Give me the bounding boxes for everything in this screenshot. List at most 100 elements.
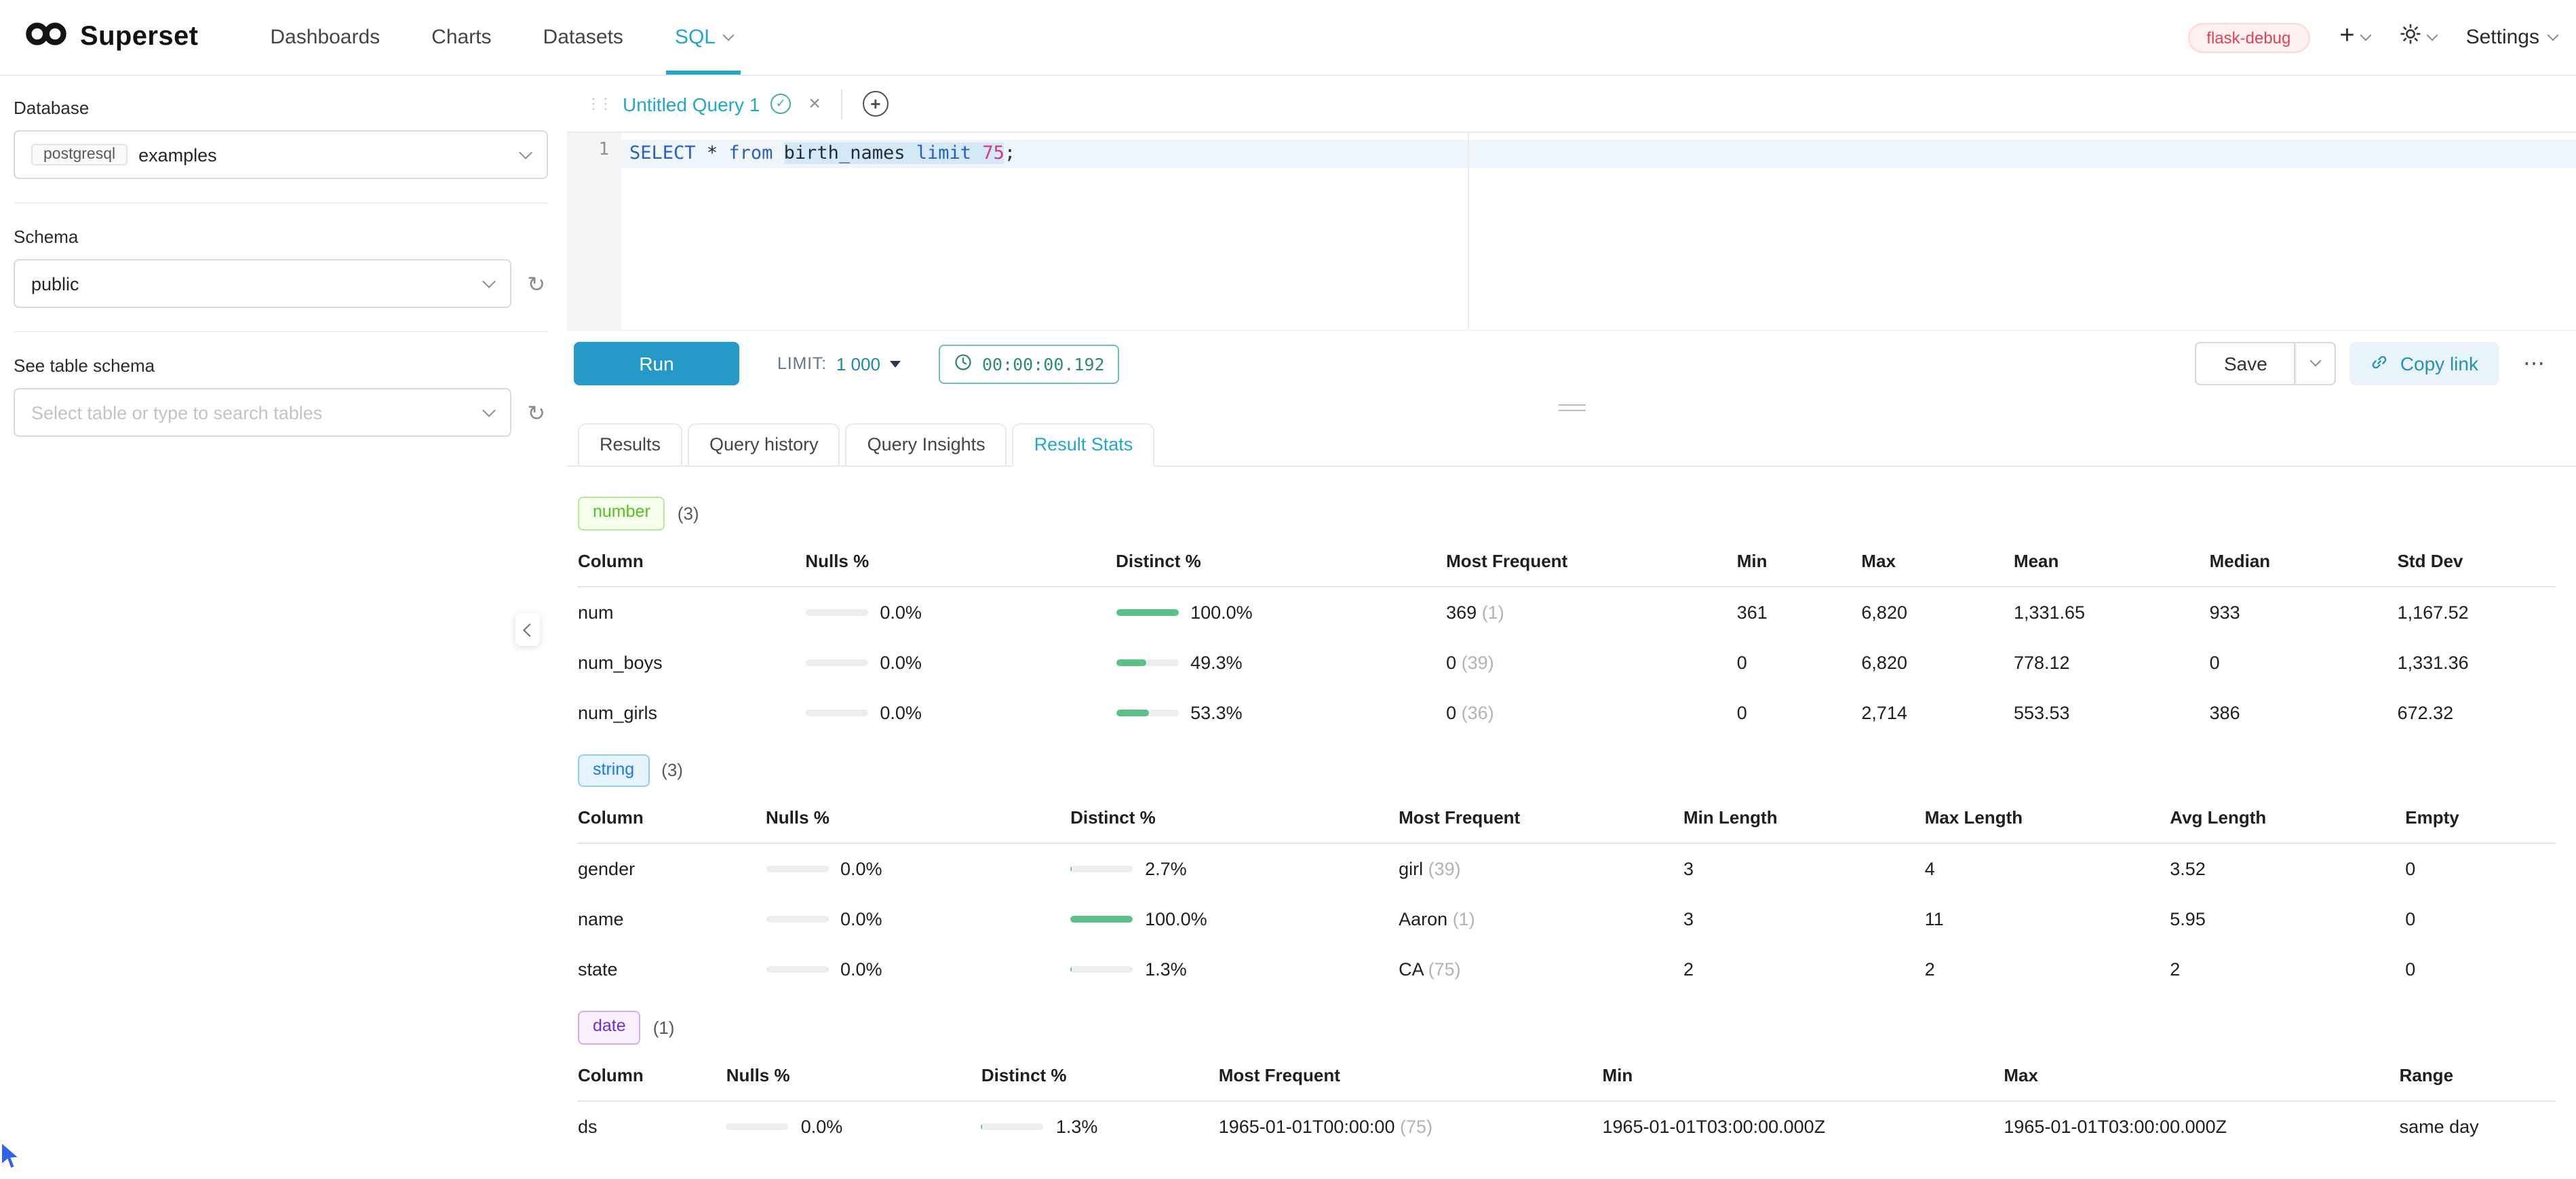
drag-grip-icon[interactable]: ⋮⋮: [586, 95, 610, 113]
result-stats-pane: number (3) Column Nulls % Distinct % Mos…: [567, 467, 2576, 1172]
date-stats-section: date (1) Column Nulls % Distinct % Most …: [578, 1011, 2556, 1151]
stat-cell: 0: [2405, 894, 2556, 944]
stat-cell: 361: [1737, 586, 1862, 637]
nulls-bar: [805, 709, 867, 716]
distinct-bar: [1070, 866, 1133, 872]
nav-datasets[interactable]: Datasets: [518, 0, 649, 75]
tab-query-history[interactable]: Query history: [688, 423, 840, 467]
nulls-bar: [766, 966, 828, 973]
stat-cell: 3.52: [2170, 843, 2405, 894]
most-frequent-count: (39): [1428, 859, 1461, 879]
type-count: (3): [661, 760, 683, 781]
copy-link-button[interactable]: Copy link: [2350, 342, 2499, 385]
column-name: name: [578, 909, 624, 929]
save-button[interactable]: Save: [2196, 342, 2296, 385]
query-tab[interactable]: Untitled Query 1 ✓ ×: [623, 93, 821, 115]
save-options-button[interactable]: [2296, 342, 2337, 385]
nulls-bar: [805, 659, 867, 665]
database-type-tag: postgresql: [31, 144, 128, 166]
environment-tag: flask-debug: [2187, 22, 2309, 52]
nav-charts[interactable]: Charts: [406, 0, 517, 75]
settings-menu[interactable]: Settings: [2466, 26, 2557, 49]
nulls-pct: 0.0%: [840, 959, 882, 980]
pane-resize-bar: [567, 396, 2576, 418]
more-actions-button[interactable]: ⋯: [2512, 342, 2556, 385]
stat-cell: 4: [1925, 843, 2170, 894]
query-tab-title: Untitled Query 1: [623, 93, 760, 115]
col-header: Column: [578, 535, 805, 586]
copy-link-label: Copy link: [2400, 353, 2478, 374]
collapse-sidebar-button[interactable]: [515, 613, 540, 646]
sql-editor-input[interactable]: SELECT * from birth_names limit 75;: [621, 133, 2576, 330]
table-row: name 0.0% 100.0% Aaron (1) 3 11 5.95 0: [578, 894, 2556, 944]
save-split-button: Save: [2196, 342, 2337, 385]
chevron-down-icon: [723, 29, 735, 41]
divider: [841, 89, 842, 119]
theme-icon: [2400, 23, 2421, 52]
column-name: num_boys: [578, 652, 663, 672]
nulls-pct: 0.0%: [840, 859, 882, 879]
most-frequent-value: 0: [1446, 652, 1456, 672]
add-tab-button[interactable]: +: [863, 91, 889, 117]
col-header: Min Length: [1683, 792, 1925, 843]
most-frequent-count: (75): [1428, 959, 1461, 980]
distinct-pct: 2.7%: [1145, 859, 1187, 879]
stat-cell: 933: [2210, 586, 2398, 637]
tab-query-insights[interactable]: Query Insights: [846, 423, 1007, 467]
run-button[interactable]: Run: [574, 342, 739, 385]
nav-label: Charts: [431, 26, 491, 49]
nav-sql[interactable]: SQL: [649, 0, 759, 75]
sql-token: ;: [1004, 142, 1015, 164]
stat-cell: 0: [2405, 843, 2556, 894]
type-count: (3): [678, 503, 699, 524]
table-row: ds 0.0% 1.3% 1965-01-01T00:00:00 (75) 19…: [578, 1100, 2556, 1151]
database-label: Database: [14, 98, 548, 118]
stat-cell: 0: [2210, 637, 2398, 687]
schema-select[interactable]: public: [14, 259, 511, 308]
database-select[interactable]: postgresql examples: [14, 130, 548, 179]
resize-grip-icon[interactable]: [1558, 404, 1585, 410]
limit-value: 1 000: [836, 353, 880, 374]
limit-dropdown[interactable]: LIMIT: 1 000: [777, 353, 901, 374]
refresh-tables-button[interactable]: ↻: [524, 400, 548, 425]
col-header: Median: [2210, 535, 2398, 586]
col-header: Column: [578, 1049, 726, 1100]
superset-logo[interactable]: Superset: [24, 0, 198, 75]
stat-cell: 778.12: [2014, 637, 2210, 687]
refresh-schema-button[interactable]: ↻: [524, 271, 548, 296]
distinct-pct: 53.3%: [1190, 702, 1243, 722]
stat-cell: 6,820: [1861, 586, 2014, 637]
distinct-bar: [1116, 659, 1178, 665]
table-select[interactable]: Select table or type to search tables: [14, 388, 511, 437]
theme-toggle[interactable]: [2400, 23, 2436, 52]
sql-token: [971, 142, 982, 164]
col-header: Distinct %: [1116, 535, 1446, 586]
query-timer: 00:00:00.192: [939, 344, 1120, 383]
column-name: num: [578, 602, 614, 622]
most-frequent-count: (1): [1482, 602, 1504, 622]
stat-cell: 6,820: [1861, 637, 2014, 687]
divider: [14, 331, 548, 332]
query-tabbar: ⋮⋮ Untitled Query 1 ✓ × +: [567, 76, 2576, 133]
sql-token: birth_names: [784, 142, 905, 164]
col-header: Avg Length: [2170, 792, 2405, 843]
number-stats-table: Column Nulls % Distinct % Most Frequent …: [578, 535, 2556, 737]
nulls-pct: 0.0%: [880, 702, 922, 722]
tab-result-stats[interactable]: Result Stats: [1013, 423, 1155, 467]
close-tab-icon[interactable]: ×: [808, 94, 821, 114]
distinct-bar: [981, 1123, 1044, 1129]
most-frequent-count: (75): [1400, 1116, 1432, 1136]
new-item-button[interactable]: +: [2339, 26, 2369, 49]
stat-cell: 0: [1737, 687, 1862, 737]
col-header: Distinct %: [1070, 792, 1399, 843]
stat-cell: 11: [1925, 894, 2170, 944]
tab-results[interactable]: Results: [578, 423, 682, 467]
table-row: gender 0.0% 2.7% girl (39) 3 4 3.52 0: [578, 843, 2556, 894]
stat-cell: 2: [1925, 944, 2170, 994]
distinct-bar: [1116, 709, 1178, 716]
superset-logo-icon: [24, 22, 68, 53]
results-tabbar: Results Query history Query Insights Res…: [567, 418, 2576, 467]
nav-dashboards[interactable]: Dashboards: [244, 0, 406, 75]
toolbar-right: Save Copy link ⋯: [2196, 342, 2556, 385]
col-header: Most Frequent: [1399, 792, 1683, 843]
